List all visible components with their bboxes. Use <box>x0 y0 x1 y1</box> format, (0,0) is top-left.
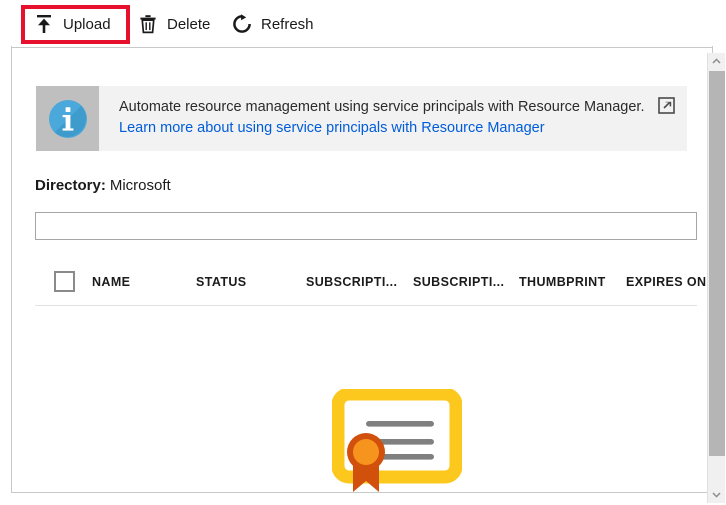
chevron-down-icon[interactable] <box>708 486 725 503</box>
column-header-expires-on[interactable]: EXPIRES ON <box>626 275 706 289</box>
chevron-up-icon[interactable] <box>708 53 725 70</box>
blade-content: Automate resource management using servi… <box>12 49 712 492</box>
trash-icon <box>137 13 159 35</box>
vertical-scrollbar[interactable] <box>707 53 725 503</box>
refresh-button-label: Refresh <box>261 17 314 32</box>
delete-button[interactable]: Delete <box>137 10 210 38</box>
certificates-blade: Upload Delete Refresh <box>0 0 726 505</box>
column-header-subscription-id[interactable]: SUBSCRIPTI... <box>413 275 504 289</box>
directory-row: Directory:Microsoft <box>35 177 171 194</box>
info-banner-icon-container <box>36 86 99 151</box>
upload-button-label: Upload <box>63 17 111 32</box>
column-header-thumbprint[interactable]: THUMBPRINT <box>519 275 606 289</box>
column-header-subscription-name[interactable]: SUBSCRIPTI... <box>306 275 397 289</box>
filter-input[interactable] <box>35 212 697 240</box>
info-banner-message: Automate resource management using servi… <box>119 99 644 115</box>
info-banner-text: Automate resource management using servi… <box>99 86 687 151</box>
toolbar-divider <box>11 47 713 48</box>
refresh-button[interactable]: Refresh <box>231 10 314 38</box>
column-header-status[interactable]: STATUS <box>196 275 247 289</box>
column-header-name[interactable]: NAME <box>92 275 130 289</box>
panel-bottom-border <box>11 492 713 493</box>
learn-more-link[interactable]: Learn more about using service principal… <box>119 120 545 136</box>
upload-icon <box>33 13 55 35</box>
command-toolbar: Upload Delete Refresh <box>0 0 726 48</box>
info-icon <box>48 99 88 139</box>
directory-label: Directory: <box>35 177 106 194</box>
refresh-icon <box>231 13 253 35</box>
certificate-icon <box>332 389 462 489</box>
select-all-checkbox[interactable] <box>54 271 75 292</box>
directory-value: Microsoft <box>110 177 171 194</box>
certificates-table-header: NAME STATUS SUBSCRIPTI... SUBSCRIPTI... … <box>35 264 697 306</box>
upload-button[interactable]: Upload <box>33 10 111 38</box>
scrollbar-thumb[interactable] <box>709 71 725 456</box>
info-banner: Automate resource management using servi… <box>36 86 687 151</box>
delete-button-label: Delete <box>167 17 210 32</box>
external-link-icon[interactable] <box>658 97 675 114</box>
